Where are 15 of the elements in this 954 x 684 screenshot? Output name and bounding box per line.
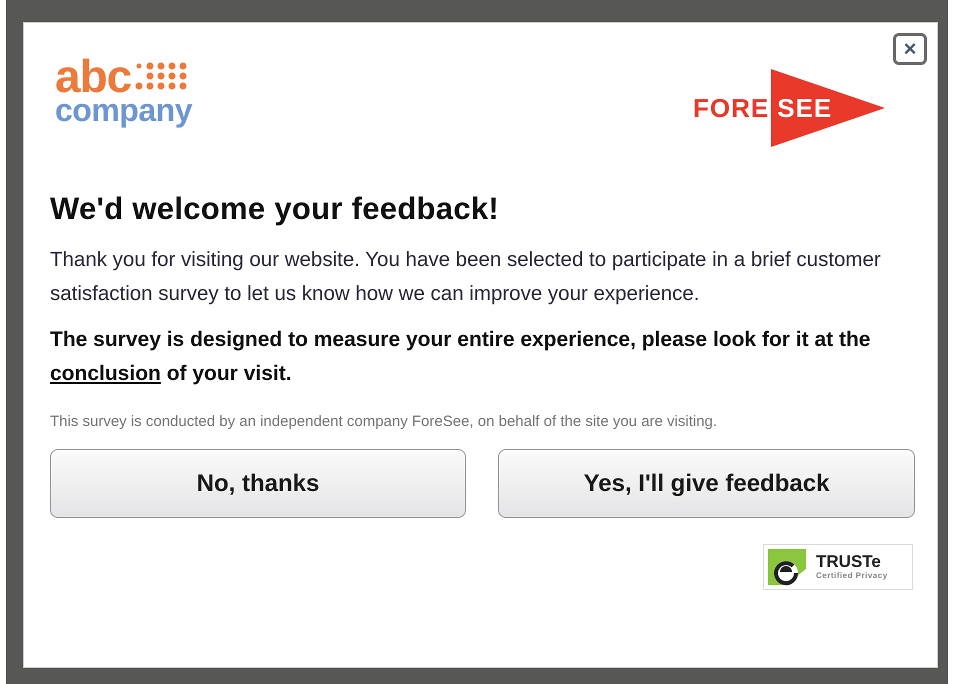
accept-button[interactable]: Yes, I'll give feedback [498, 449, 915, 518]
notice-paragraph: The survey is designed to measure your entire experience, please look for it at the conclusion of your visit. [50, 327, 872, 387]
brand-logo-text: abc [55, 57, 132, 95]
privacy-seal[interactable]: TRUSTe Certified Privacy [763, 544, 913, 590]
dot-grid-icon [135, 61, 188, 91]
triangle-icon [771, 69, 885, 147]
intro-paragraph: Thank you for visiting our website. You have been selected to participate in a brief customer satisfaction survey to let us know how we can improve your experience. [50, 247, 882, 307]
dialog-title: We'd welcome your feedback! [50, 191, 500, 227]
close-button[interactable]: × [893, 33, 927, 65]
seal-caption: Certified Privacy [816, 571, 888, 580]
seal-name: TRUSTe [816, 553, 882, 571]
decline-button[interactable]: No, thanks [50, 449, 466, 518]
partner-logo-text: FORE SEE [693, 93, 832, 124]
disclaimer-text: This survey is conducted by an independent company ForeSee, on behalf of the site you are visiting. [50, 412, 718, 432]
conclusion-link[interactable]: conclusion [50, 362, 161, 385]
